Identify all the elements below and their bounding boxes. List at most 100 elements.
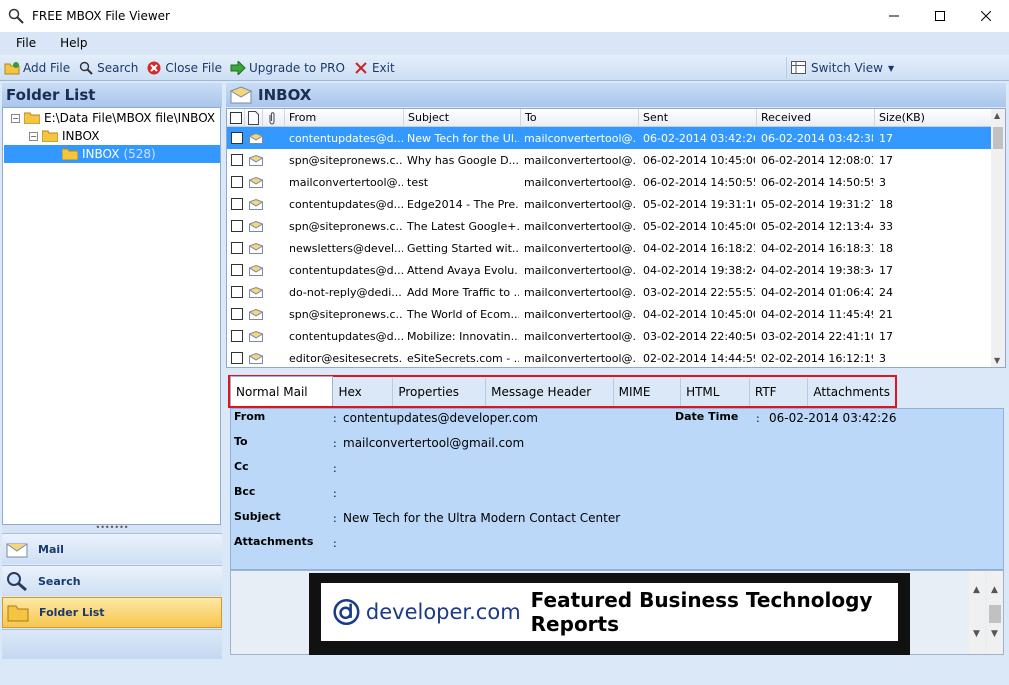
scroll-down-icon[interactable]: ▼ <box>994 356 1000 365</box>
tab-mime-view[interactable]: MIME View <box>614 378 682 427</box>
header-from[interactable]: From <box>285 109 404 127</box>
scroll-down-icon[interactable]: ▼ <box>991 629 998 639</box>
tab-attachments[interactable]: Attachments <box>808 378 895 406</box>
header-attachment[interactable] <box>263 109 285 127</box>
cell-from: do-not-reply@dedi... <box>289 285 402 299</box>
table-row[interactable]: contentupdates@d... Mobilize: Innovatin..… <box>227 325 993 347</box>
nav-folder-list[interactable]: Folder List <box>2 597 222 628</box>
scroll-down-icon[interactable]: ▼ <box>973 629 980 639</box>
row-checkbox[interactable] <box>231 264 243 276</box>
maximize-icon <box>935 11 945 21</box>
header-subject[interactable]: Subject <box>404 109 521 127</box>
cell-sent: 05-02-2014 19:31:16 <box>643 197 755 211</box>
collapse-icon[interactable]: − <box>11 113 20 123</box>
table-row[interactable]: spn@sitepronews.c... Why has Google D... m… <box>227 149 993 171</box>
tree-node-inbox[interactable]: − INBOX <box>29 127 99 145</box>
row-checkbox[interactable] <box>231 198 243 210</box>
upgrade-button[interactable]: Upgrade to PRO <box>230 60 345 76</box>
cell-sent: 03-02-2014 22:40:56 <box>643 329 755 343</box>
close-window-button[interactable] <box>963 0 1009 32</box>
row-checkbox[interactable] <box>231 352 243 364</box>
header-sent[interactable]: Sent <box>639 109 757 127</box>
row-checkbox[interactable] <box>231 330 243 342</box>
envelope-icon <box>249 220 263 232</box>
cell-size: 33 <box>879 219 893 233</box>
nav-search[interactable]: Search <box>2 565 222 596</box>
mail-envelope-icon <box>6 543 28 558</box>
search-icon <box>78 60 94 76</box>
cell-subject: New Tech for the Ul... <box>407 131 519 145</box>
cell-to: mailconvertertool@... <box>524 153 636 167</box>
tab-rtf-view[interactable]: RTF View <box>750 378 809 427</box>
scroll-up-icon[interactable]: ▲ <box>973 585 980 595</box>
row-checkbox[interactable] <box>231 286 243 298</box>
cell-sent: 04-02-2014 10:45:00 <box>643 307 755 321</box>
nav-folder-list-label: Folder List <box>39 606 105 619</box>
exit-button[interactable]: Exit <box>353 60 395 76</box>
cell-from: contentupdates@d... <box>289 131 403 145</box>
row-checkbox[interactable] <box>231 242 243 254</box>
tab-html-view[interactable]: HTML View <box>681 378 750 427</box>
magnifier-app-icon <box>8 8 24 24</box>
scroll-thumb[interactable] <box>993 127 1003 149</box>
row-checkbox[interactable] <box>231 132 243 144</box>
scroll-up-icon[interactable]: ▲ <box>991 585 998 595</box>
minimize-button[interactable] <box>871 0 917 32</box>
nav-mail[interactable]: Mail <box>2 533 222 564</box>
header-doc[interactable] <box>245 109 263 127</box>
tab-message-header-view[interactable]: Message Header View <box>486 378 614 427</box>
switch-view-label: Switch View <box>811 61 883 75</box>
menu-help[interactable]: Help <box>60 36 87 50</box>
table-row[interactable]: spn@sitepronews.c... The Latest Google+..… <box>227 215 993 237</box>
preview-scrollbar[interactable]: ▲ ▼ <box>969 571 985 654</box>
table-row[interactable]: contentupdates@d... Edge2014 - The Pre...… <box>227 193 993 215</box>
tree-node-inbox-leaf[interactable]: INBOX (528) <box>4 145 220 163</box>
table-row[interactable]: editor@esitesecrets... eSiteSecrets.com -… <box>227 347 993 367</box>
cell-to: mailconvertertool@... <box>524 219 636 233</box>
developer-logo-icon <box>333 598 360 626</box>
preview-outer-scrollbar[interactable]: ▲ ▼ <box>987 571 1003 654</box>
scroll-thumb[interactable] <box>989 605 1001 623</box>
table-row[interactable]: contentupdates@d... New Tech for the Ul..… <box>227 127 993 149</box>
row-checkbox[interactable] <box>231 220 243 232</box>
table-row[interactable]: contentupdates@d... Attend Avaya Evolu...… <box>227 259 993 281</box>
table-row[interactable]: mailconvertertool@... test mailconverterto… <box>227 171 993 193</box>
bcc-label: Bcc <box>234 485 256 498</box>
tab-hex-view[interactable]: Hex View <box>333 378 394 427</box>
search-button[interactable]: Search <box>78 60 138 76</box>
envelope-icon <box>249 132 263 144</box>
cell-to: mailconvertertool@... <box>524 351 636 365</box>
header-to[interactable]: To <box>521 109 639 127</box>
tab-properties-view[interactable]: Properties View <box>393 378 487 427</box>
close-file-button[interactable]: Close File <box>146 60 222 76</box>
header-size[interactable]: Size(KB) <box>875 109 993 127</box>
tree-node-root[interactable]: − E:\Data File\MBOX file\INBOX <box>11 109 215 127</box>
panel-splitter[interactable]: ••••••• <box>2 524 222 533</box>
header-received[interactable]: Received <box>757 109 875 127</box>
collapse-icon[interactable]: − <box>29 131 38 141</box>
row-checkbox[interactable] <box>231 176 243 188</box>
row-checkbox[interactable] <box>231 308 243 320</box>
cell-size: 17 <box>879 131 893 145</box>
tree-leaf-label: INBOX <box>82 147 120 161</box>
cell-to: mailconvertertool@... <box>524 263 636 277</box>
scroll-up-icon[interactable]: ▲ <box>994 111 1000 120</box>
cell-received: 04-02-2014 11:45:49 <box>761 307 873 321</box>
maximize-button[interactable] <box>917 0 963 32</box>
cell-from: spn@sitepronews.c... <box>289 219 403 233</box>
table-row[interactable]: spn@sitepronews.c... The World of Ecom...… <box>227 303 993 325</box>
table-row[interactable]: do-not-reply@dedi... Add More Traffic to … <box>227 281 993 303</box>
header-select-all[interactable] <box>227 109 245 127</box>
menu-file[interactable]: File <box>16 36 36 50</box>
from-colon: : <box>333 412 337 425</box>
table-row[interactable]: newsletters@devel... Getting Started wit.… <box>227 237 993 259</box>
folder-list-header: Folder List <box>2 83 222 107</box>
row-checkbox[interactable] <box>231 154 243 166</box>
cell-sent: 06-02-2014 14:50:55 <box>643 175 755 189</box>
cell-subject: Why has Google D... <box>407 153 519 167</box>
grid-scrollbar[interactable]: ▲ ▼ <box>991 109 1005 367</box>
tab-normal-mail-view[interactable]: Normal Mail View <box>230 376 334 429</box>
add-file-button[interactable]: Add File <box>4 60 70 76</box>
switch-view-button[interactable]: Switch View ▼ <box>786 57 1008 79</box>
cell-sent: 04-02-2014 19:38:24 <box>643 263 755 277</box>
